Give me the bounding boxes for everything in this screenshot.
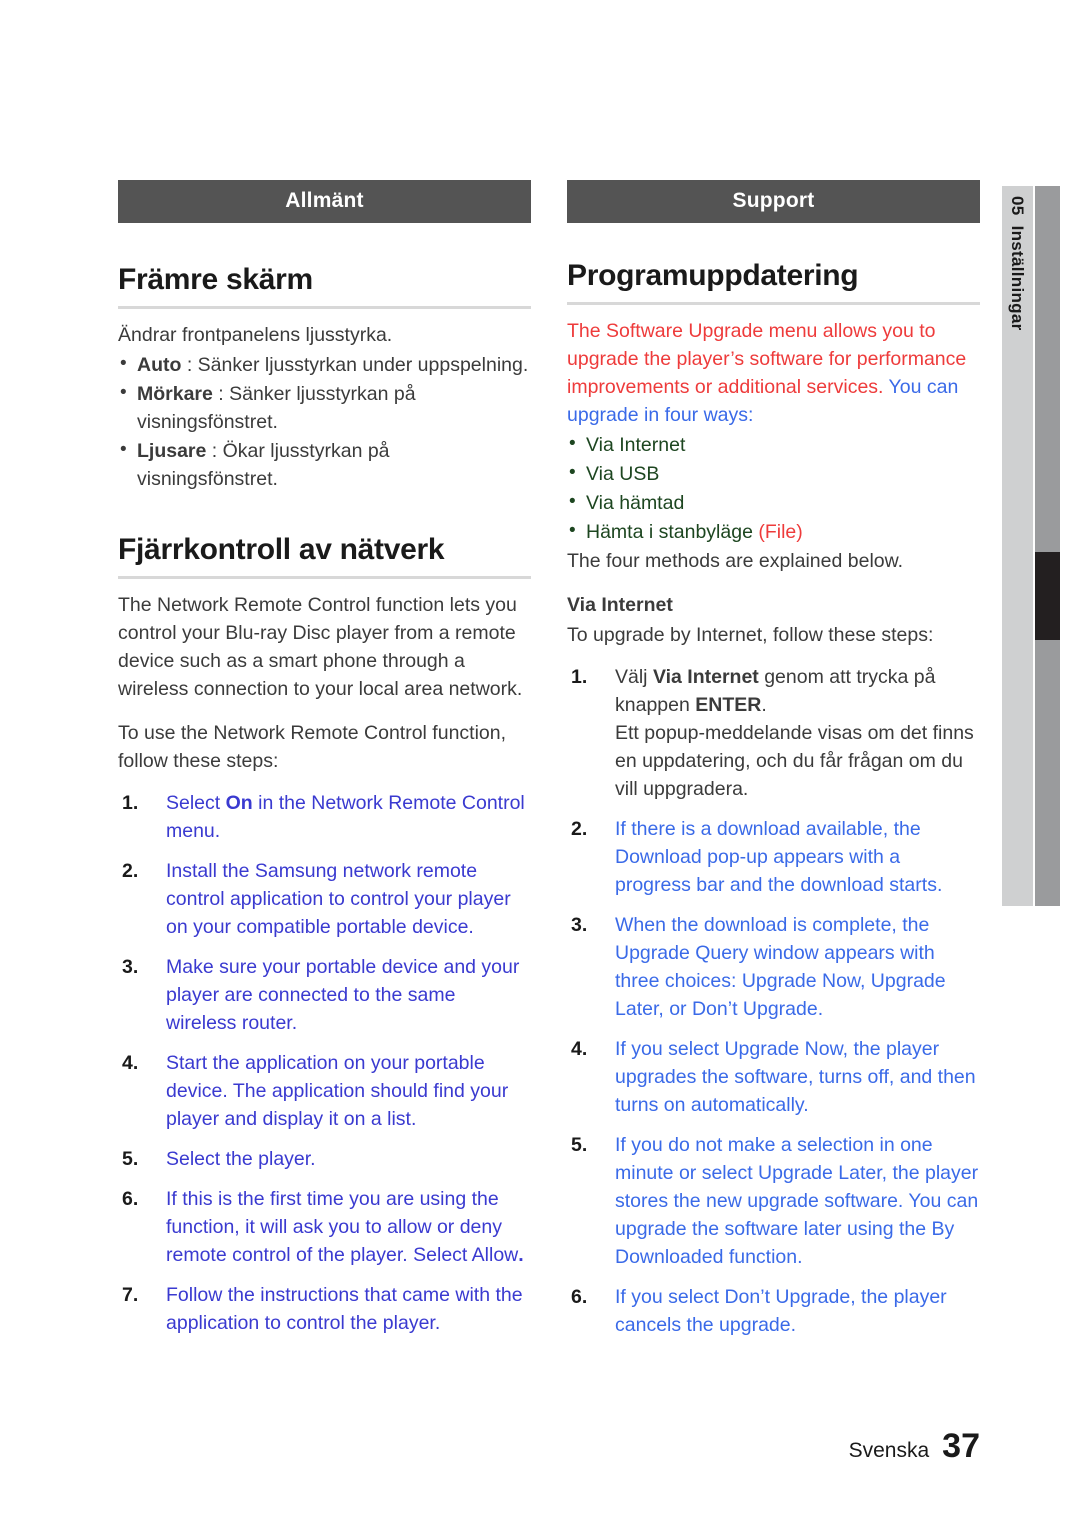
footer-page-number: 37 bbox=[942, 1427, 980, 1465]
step-bold: On bbox=[225, 792, 253, 814]
step-extra-text: Ett popup-meddelande visas om det finns … bbox=[615, 722, 974, 800]
list-item: 3. Make sure your portable device and you… bbox=[118, 953, 531, 1037]
step-number: 2. bbox=[571, 818, 588, 840]
heading-fjarrkontroll: Fjärrkontroll av nätverk bbox=[118, 533, 445, 566]
list-item: 2. Install the Samsung network remote con… bbox=[118, 857, 531, 941]
step-number: 2. bbox=[122, 860, 139, 882]
step-text: Välj bbox=[615, 666, 653, 688]
subheading-via-internet: Via Internet bbox=[567, 594, 673, 616]
list-item: Auto : Sänker ljusstyrkan under uppspeln… bbox=[118, 350, 531, 379]
bullet-text: Via Internet bbox=[586, 434, 686, 456]
step-text: If you select Don’t Upgrade, the player … bbox=[615, 1286, 947, 1336]
bullet-term: Auto bbox=[137, 354, 182, 376]
list-item: Mörkare : Sänker ljusstyrkan på visnings… bbox=[118, 379, 531, 436]
page-footer: Svenska 37 bbox=[849, 1427, 980, 1466]
step-number: 4. bbox=[571, 1038, 588, 1060]
step-text: Follow the instructions that came with t… bbox=[166, 1284, 523, 1334]
chapter-tab-dark-band bbox=[1035, 186, 1060, 906]
chapter-number: 05 bbox=[1008, 196, 1027, 216]
bullet-suffix: (File) bbox=[752, 521, 803, 543]
list-item: 1. Select On in the Network Remote Contro… bbox=[118, 789, 531, 845]
programuppdatering-intro: The Software Upgrade menu allows you to … bbox=[567, 317, 980, 429]
heading-rule bbox=[118, 306, 531, 309]
step-number: 1. bbox=[571, 666, 588, 688]
heading-rule bbox=[567, 302, 980, 305]
list-item: 7. Follow the instructions that came with… bbox=[118, 1281, 531, 1337]
step-number: 5. bbox=[122, 1148, 139, 1170]
step-bold-enter: ENTER bbox=[695, 694, 762, 716]
bullet-text: Via USB bbox=[586, 463, 660, 485]
bullet-term: Mörkare bbox=[137, 383, 213, 405]
step-number: 6. bbox=[122, 1188, 139, 1210]
chapter-tab: 05 Inställningar bbox=[1002, 186, 1060, 906]
content-columns: Allmänt Främre skärm Ändrar frontpanelen… bbox=[118, 180, 980, 1351]
manual-page: Allmänt Främre skärm Ändrar frontpanelen… bbox=[0, 0, 1080, 1514]
step-text: If this is the first time you are using … bbox=[166, 1188, 519, 1266]
section-banner-support: Support bbox=[567, 180, 980, 223]
step-number: 5. bbox=[571, 1134, 588, 1156]
chapter-name: Inställningar bbox=[1008, 225, 1027, 331]
step-text: Install the Samsung network remote contr… bbox=[166, 860, 511, 938]
chapter-tab-marker bbox=[1035, 552, 1060, 640]
list-item: 4. If you select Upgrade Now, the player … bbox=[567, 1035, 980, 1119]
list-item: 6. If you select Don’t Upgrade, the playe… bbox=[567, 1283, 980, 1339]
step-text: When the download is complete, the Upgra… bbox=[615, 914, 946, 1020]
step-bold-via-internet: Via Internet bbox=[652, 666, 759, 688]
list-item: 2. If there is a download available, the … bbox=[567, 815, 980, 899]
fjarrkontroll-para-1: The Network Remote Control function lets… bbox=[118, 594, 523, 700]
step-text: If you select Upgrade Now, the player up… bbox=[615, 1038, 976, 1116]
step-number: 7. bbox=[122, 1284, 139, 1306]
fjarrkontroll-steps: 1. Select On in the Network Remote Contro… bbox=[118, 789, 531, 1337]
four-methods-note: The four methods are explained below. bbox=[567, 550, 904, 572]
step-text: If you do not make a selection in one mi… bbox=[615, 1134, 979, 1268]
step-text: If there is a download available, the Do… bbox=[615, 818, 943, 896]
list-item: Ljusare : Ökar ljusstyrkan på visningsfö… bbox=[118, 436, 531, 493]
heading-framre-skarm: Främre skärm bbox=[118, 263, 313, 296]
list-item: 6. If this is the first time you are usin… bbox=[118, 1185, 531, 1269]
list-item: Via hämtad bbox=[567, 488, 980, 517]
bullet-term: Ljusare bbox=[137, 440, 207, 462]
fjarrkontroll-para-2: To use the Network Remote Control functi… bbox=[118, 722, 507, 772]
list-item: 3. When the download is complete, the Upg… bbox=[567, 911, 980, 1023]
heading-programuppdatering: Programuppdatering bbox=[567, 259, 859, 292]
bullet-text: : Sänker ljusstyrkan under uppspelning. bbox=[181, 354, 529, 376]
step-text: Select the player. bbox=[166, 1148, 316, 1170]
step-text-post: . bbox=[761, 694, 767, 716]
step-text: Select bbox=[166, 792, 226, 814]
step-number: 3. bbox=[122, 956, 139, 978]
step-bold: . bbox=[518, 1244, 524, 1266]
framre-skarm-bullets: Auto : Sänker ljusstyrkan under uppspeln… bbox=[118, 350, 531, 493]
step-text: Start the application on your portable d… bbox=[166, 1052, 509, 1130]
step-number: 4. bbox=[122, 1052, 139, 1074]
step-number: 1. bbox=[122, 792, 139, 814]
chapter-tab-text: 05 Inställningar bbox=[1002, 186, 1033, 906]
step-number: 6. bbox=[571, 1286, 588, 1308]
section-banner-allmant: Allmänt bbox=[118, 180, 531, 223]
list-item: 5. If you do not make a selection in one … bbox=[567, 1131, 980, 1271]
list-item: 1. Välj Via Internet genom att trycka på … bbox=[567, 663, 980, 803]
list-item: Hämta i stanbyläge (File) bbox=[567, 517, 980, 546]
list-item: 5. Select the player. bbox=[118, 1145, 531, 1173]
step-text: Make sure your portable device and your … bbox=[166, 956, 520, 1034]
via-internet-intro: To upgrade by Internet, follow these ste… bbox=[567, 624, 934, 646]
footer-language: Svenska bbox=[848, 1439, 930, 1462]
step-number: 3. bbox=[571, 914, 588, 936]
via-internet-steps: 1. Välj Via Internet genom att trycka på … bbox=[567, 663, 980, 1339]
left-column: Allmänt Främre skärm Ändrar frontpanelen… bbox=[118, 180, 531, 1351]
upgrade-methods-bullets: Via Internet Via USB Via hämtad Hämta i … bbox=[567, 430, 980, 546]
bullet-text: Via hämtad bbox=[586, 492, 685, 514]
framre-skarm-intro: Ändrar frontpanelens ljusstyrka. bbox=[118, 324, 393, 346]
list-item: Via Internet bbox=[567, 430, 980, 459]
heading-rule bbox=[118, 576, 531, 579]
list-item: Via USB bbox=[567, 459, 980, 488]
bullet-text: Hämta i stanbyläge bbox=[586, 521, 753, 543]
right-column: Support Programuppdatering The Software … bbox=[567, 180, 980, 1351]
list-item: 4. Start the application on your portable… bbox=[118, 1049, 531, 1133]
